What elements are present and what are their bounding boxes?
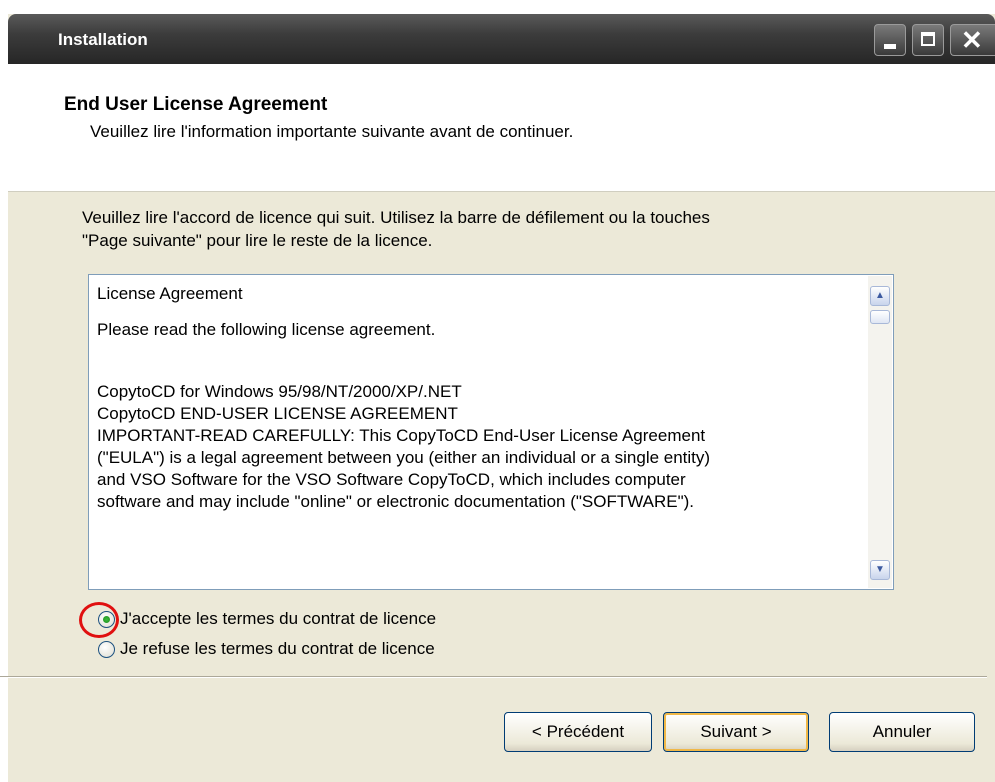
- license-line: IMPORTANT-READ CAREFULLY: This CopyToCD …: [97, 426, 706, 445]
- back-button[interactable]: < Précédent: [504, 712, 652, 752]
- refuse-label[interactable]: Je refuse les termes du contrat de licen…: [120, 639, 435, 659]
- next-button[interactable]: Suivant >: [663, 712, 809, 752]
- license-line: CopytoCD for Windows 95/98/NT/2000/XP/.N…: [97, 382, 462, 401]
- vertical-scrollbar[interactable]: ▲ ▼: [868, 276, 892, 588]
- page-subtitle: Veuillez lire l'information importante s…: [90, 122, 574, 141]
- window-title: Installation: [58, 30, 148, 49]
- license-line: software and may include "online" or ele…: [97, 492, 695, 511]
- close-button[interactable]: ✕: [950, 24, 995, 56]
- scroll-thumb[interactable]: [870, 310, 890, 324]
- instructions-line-2: "Page suivante" pour lire le reste de la…: [82, 231, 433, 250]
- license-heading: License Agreement: [97, 284, 243, 303]
- highlight-circle-annotation: [79, 602, 119, 638]
- instructions-text: Veuillez lire l'accord de licence qui su…: [82, 206, 902, 252]
- wizard-header: End User License Agreement Veuillez lire…: [8, 64, 995, 192]
- license-content: License Agreement Please read the follow…: [97, 283, 867, 513]
- close-icon: ✕: [961, 25, 983, 55]
- license-line: ("EULA") is a legal agreement between yo…: [97, 448, 711, 467]
- cancel-button[interactable]: Annuler: [829, 712, 975, 752]
- license-text-area[interactable]: License Agreement Please read the follow…: [88, 274, 894, 590]
- accept-option[interactable]: J'accepte les termes du contrat de licen…: [98, 606, 436, 632]
- page-title: End User License Agreement: [64, 94, 328, 115]
- refuse-option[interactable]: Je refuse les termes du contrat de licen…: [98, 636, 435, 662]
- accept-label[interactable]: J'accepte les termes du contrat de licen…: [120, 609, 436, 629]
- chevron-down-icon: ▼: [875, 564, 885, 575]
- license-line: Please read the following license agreem…: [97, 320, 436, 339]
- chevron-up-icon: ▲: [875, 290, 885, 301]
- title-bar[interactable]: Installation ✕: [8, 14, 995, 64]
- maximize-button[interactable]: [912, 24, 944, 56]
- footer-divider: [0, 676, 987, 678]
- scroll-down-button[interactable]: ▼: [870, 560, 890, 580]
- license-line: CopytoCD END-USER LICENSE AGREEMENT: [97, 404, 458, 423]
- refuse-radio[interactable]: [98, 640, 115, 658]
- license-line: and VSO Software for the VSO Software Co…: [97, 470, 686, 489]
- minimize-button[interactable]: [874, 24, 906, 56]
- instructions-line-1: Veuillez lire l'accord de licence qui su…: [82, 208, 710, 227]
- scroll-up-button[interactable]: ▲: [870, 286, 890, 306]
